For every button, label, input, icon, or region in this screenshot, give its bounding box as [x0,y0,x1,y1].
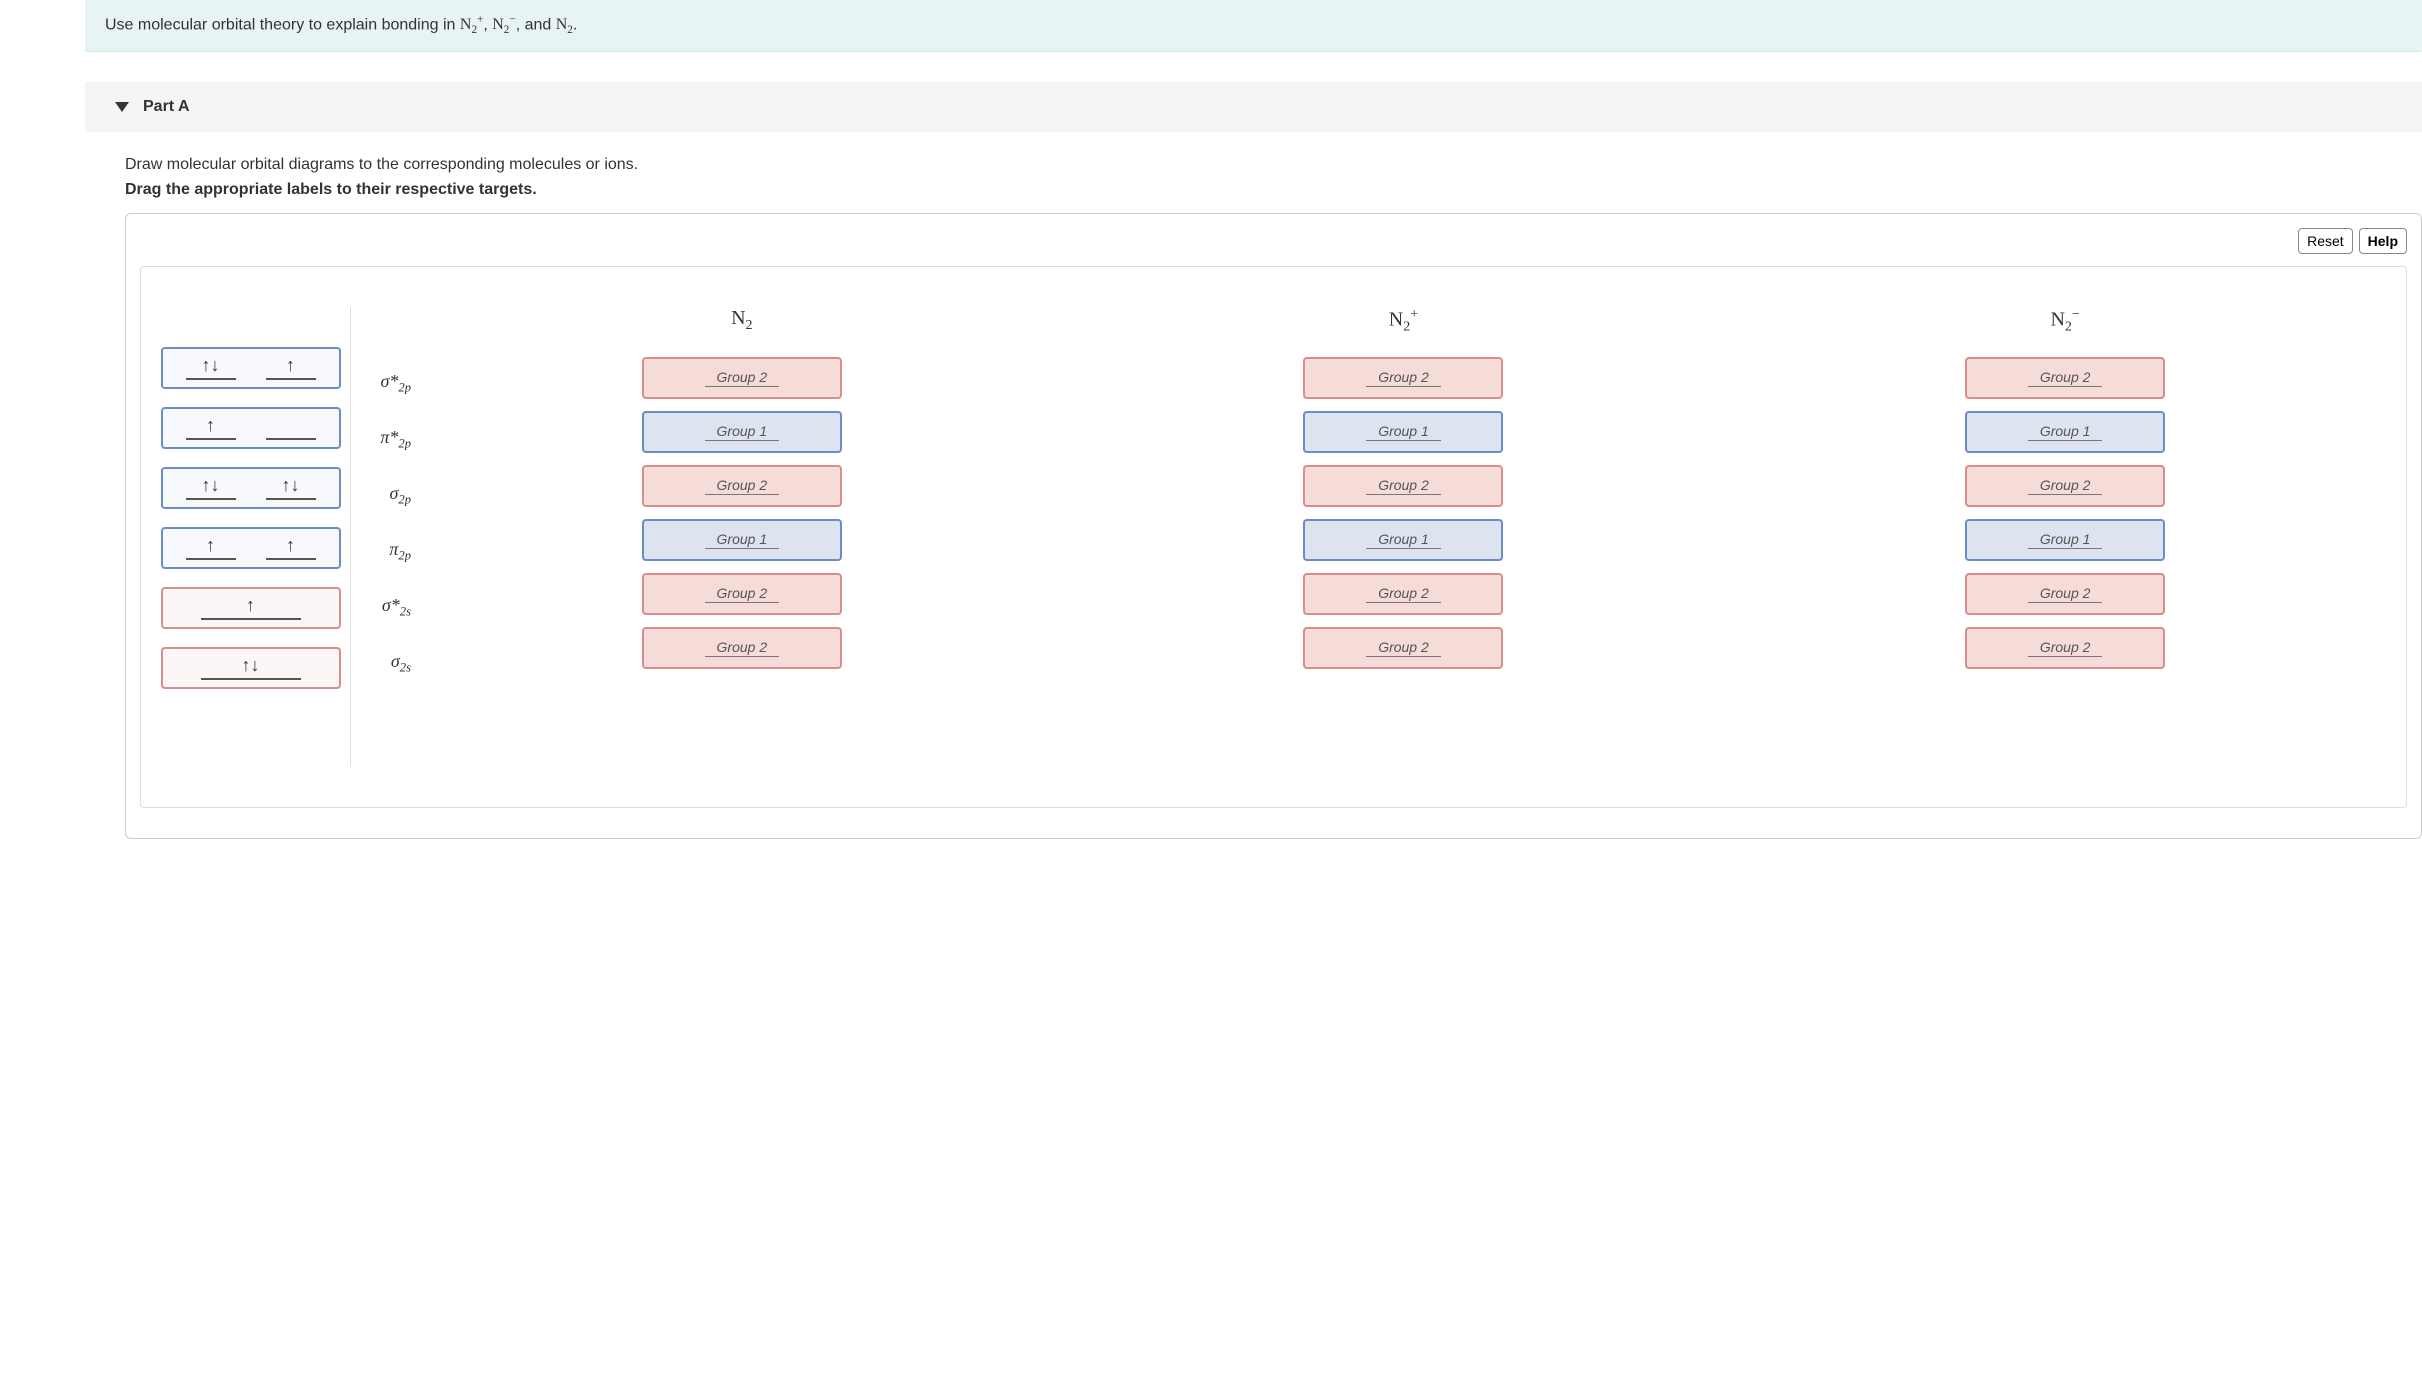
target-0-0[interactable]: Group 2 [642,357,842,399]
collapse-icon [115,102,129,112]
drag-tile-2[interactable]: ↑↓ ↑↓ [161,467,341,509]
target-label: Group 1 [1366,423,1441,441]
target-label: Group 2 [705,369,780,387]
target-label: Group 2 [1366,477,1441,495]
part-title: Part A [143,98,190,116]
drag-tile-2-slot-0: ↑↓ [186,476,236,500]
target-label: Group 2 [2028,585,2103,603]
mo-column-2: N2− Group 2 Group 1 Group 2 Group 1 Group 2 Gr… [1965,307,2165,669]
columns-wrap: N2 Group 2 Group 1 Group 2 Group 1 Group 2 Gro… [411,307,2396,669]
target-label: Group 2 [1366,639,1441,657]
toolbar: Reset Help [140,228,2407,254]
species-3: N2 [556,16,573,33]
drag-tile-3-slot-1: ↑ [266,536,316,560]
target-2-5[interactable]: Group 2 [1965,627,2165,669]
target-label: Group 2 [705,477,780,495]
drag-tile-4[interactable]: ↑ [161,587,341,629]
part-header[interactable]: Part A [85,82,2422,132]
drag-tile-3[interactable]: ↑↑ [161,527,341,569]
target-label: Group 1 [705,531,780,549]
question-prefix: Use molecular orbital theory to explain … [105,16,460,33]
question-banner: Use molecular orbital theory to explain … [85,0,2422,52]
drag-tile-5[interactable]: ↑↓ [161,647,341,689]
instructions: Draw molecular orbital diagrams to the c… [125,152,2422,203]
orbital-label-4: σ*2s [382,595,411,619]
help-button[interactable]: Help [2359,228,2407,254]
target-0-3[interactable]: Group 1 [642,519,842,561]
workspace: Reset Help ↑↓↑↑↑↓↑↓↑↑↑↑↓ σ*2pπ*2pσ2pπ2pσ… [125,213,2422,839]
orbital-labels: σ*2p π*2p σ2p π2p σ*2s σ2s [351,307,411,675]
instruction-line-1: Draw molecular orbital diagrams to the c… [125,152,2422,178]
orbital-label-1: π*2p [380,427,411,451]
target-0-1[interactable]: Group 1 [642,411,842,453]
mo-column-1: N2+ Group 2 Group 1 Group 2 Group 1 Group 2 Gr… [1303,307,1503,669]
target-label: Group 2 [2028,369,2103,387]
drag-tile-2-slot-1: ↑↓ [266,476,316,500]
label-pool: ↑↓↑↑↑↓↑↓↑↑↑↑↓ [151,307,351,767]
target-1-5[interactable]: Group 2 [1303,627,1503,669]
target-label: Group 2 [1366,585,1441,603]
target-2-4[interactable]: Group 2 [1965,573,2165,615]
target-2-1[interactable]: Group 1 [1965,411,2165,453]
target-label: Group 2 [705,639,780,657]
drag-tile-0-slot-1: ↑ [266,356,316,380]
target-label: Group 1 [2028,531,2103,549]
drag-tile-4-slot-0: ↑ [201,596,301,620]
target-0-4[interactable]: Group 2 [642,573,842,615]
orbital-label-3: π2p [389,539,411,563]
target-label: Group 2 [2028,477,2103,495]
target-0-5[interactable]: Group 2 [642,627,842,669]
orbital-label-2: σ2p [390,483,411,507]
mo-column-0: N2 Group 2 Group 1 Group 2 Group 1 Group 2 Gro… [642,307,842,669]
target-label: Group 1 [1366,531,1441,549]
drag-tile-0-slot-0: ↑↓ [186,356,236,380]
drag-tile-1-slot-1 [266,416,316,440]
target-1-3[interactable]: Group 1 [1303,519,1503,561]
target-label: Group 1 [705,423,780,441]
drag-tile-5-slot-0: ↑↓ [201,656,301,680]
target-label: Group 2 [705,585,780,603]
target-2-3[interactable]: Group 1 [1965,519,2165,561]
target-1-4[interactable]: Group 2 [1303,573,1503,615]
target-label: Group 1 [2028,423,2103,441]
species-2: N2− [492,16,515,33]
drag-tile-1[interactable]: ↑ [161,407,341,449]
target-label: Group 2 [2028,639,2103,657]
target-1-0[interactable]: Group 2 [1303,357,1503,399]
reset-button[interactable]: Reset [2298,228,2353,254]
drag-tile-1-slot-0: ↑ [186,416,236,440]
instruction-line-2: Drag the appropriate labels to their res… [125,177,2422,203]
target-2-0[interactable]: Group 2 [1965,357,2165,399]
target-1-1[interactable]: Group 1 [1303,411,1503,453]
target-2-2[interactable]: Group 2 [1965,465,2165,507]
drag-tile-3-slot-0: ↑ [186,536,236,560]
orbital-label-5: σ2s [391,651,411,675]
drag-tile-0[interactable]: ↑↓ ↑ [161,347,341,389]
target-0-2[interactable]: Group 2 [642,465,842,507]
column-title-1: N2+ [1389,307,1418,337]
target-label: Group 2 [1366,369,1441,387]
canvas: ↑↓↑↑↑↓↑↓↑↑↑↑↓ σ*2pπ*2pσ2pπ2pσ*2sσ2s N2Gr… [140,266,2407,808]
target-1-2[interactable]: Group 2 [1303,465,1503,507]
orbital-label-0: σ*2p [381,371,411,395]
column-title-0: N2 [731,307,752,337]
column-title-2: N2− [2050,307,2079,337]
species-1: N2+ [460,16,483,33]
